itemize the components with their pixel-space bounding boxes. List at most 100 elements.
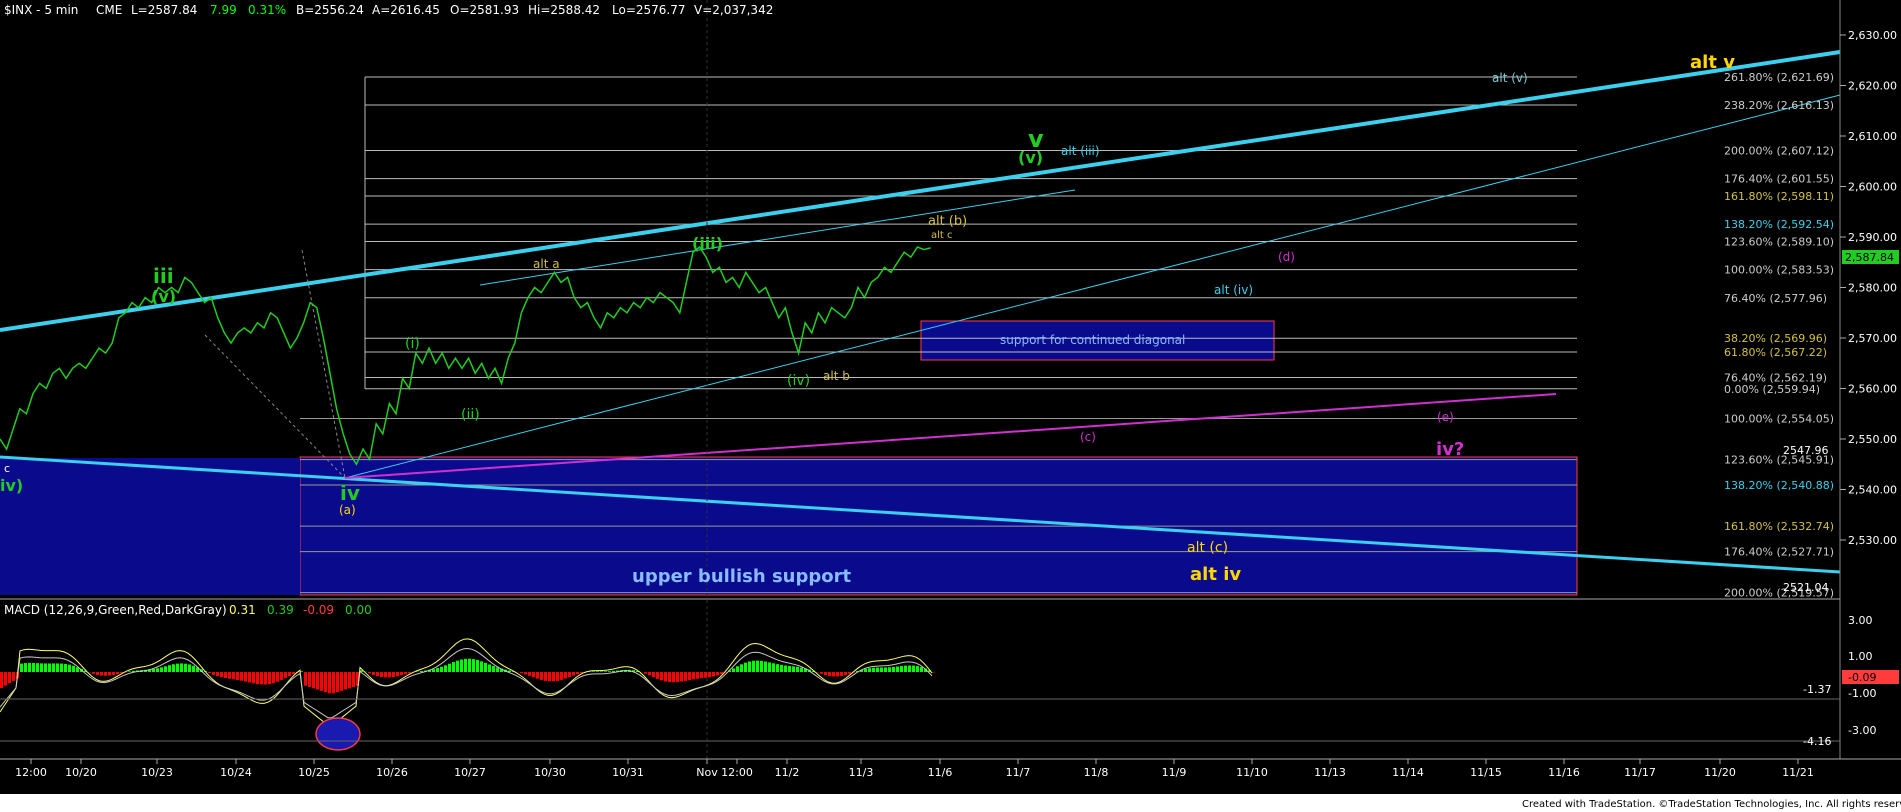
x-tick-label: 11/6: [928, 766, 953, 779]
macd-v4: 0.00: [345, 603, 372, 617]
macd-bar: [348, 672, 351, 689]
macd-bar: [72, 665, 75, 672]
y-tick-label: 2,600.00: [1848, 181, 1897, 194]
fib-label: 0.00% (2,559.94): [1724, 383, 1820, 396]
macd-bar: [108, 672, 111, 676]
macd-bar: [872, 667, 875, 672]
x-tick-label: 11/7: [1006, 766, 1031, 779]
macd-bar: [572, 672, 575, 676]
header-change: 7.99: [210, 3, 237, 17]
macd-bar: [216, 672, 219, 677]
x-tick-label: 12:00: [721, 766, 753, 779]
fib-label: 238.20% (2,616.13): [1724, 99, 1834, 112]
x-tick-label: 11/21: [1782, 766, 1814, 779]
macd-bar: [884, 667, 887, 672]
macd-bar: [160, 667, 163, 672]
macd-bar: [524, 672, 527, 675]
upper-support-label: upper bullish support: [632, 566, 851, 587]
chart-canvas: $INX - 5 min CME L=2587.84 7.99 0.31% B=…: [0, 0, 1901, 812]
fib-label: 138.20% (2,540.88): [1724, 479, 1834, 492]
macd-bar: [720, 672, 723, 675]
x-tick-label: 10/20: [65, 766, 97, 779]
x-tick-label: 10/25: [298, 766, 330, 779]
macd-bar: [324, 672, 327, 693]
label-d: (d): [1278, 250, 1295, 264]
macd-bar: [596, 671, 599, 672]
macd-bar: [184, 663, 187, 672]
y-tick-label: 2,620.00: [1848, 80, 1897, 93]
macd-bar: [92, 672, 95, 674]
macd-bar: [268, 672, 271, 685]
header-bid: B=2556.24: [296, 3, 364, 17]
macd-tick-label: 1.00: [1848, 650, 1873, 663]
macd-bar: [208, 672, 211, 674]
x-tick-label: 11/2: [775, 766, 800, 779]
level-2547-label: 2547.96: [1783, 444, 1829, 457]
x-tick-label: 10/30: [534, 766, 566, 779]
macd-bar: [460, 659, 463, 672]
macd-bar: [484, 662, 487, 672]
macd-bar: [916, 666, 919, 672]
macd-bar: [44, 663, 47, 672]
macd-bar: [488, 664, 491, 672]
y-tick-label: 2,630.00: [1848, 29, 1897, 42]
macd-bar: [896, 666, 899, 672]
macd-bar: [464, 658, 467, 672]
label-iii-roman: iii: [153, 264, 174, 288]
macd-bar: [736, 666, 739, 672]
macd-bar: [600, 671, 603, 672]
macd-bar: [756, 660, 759, 672]
macd-bar: [304, 672, 307, 686]
fib-label: 200.00% (2,607.12): [1724, 145, 1834, 158]
macd-bar: [224, 672, 227, 679]
macd-bar: [472, 659, 475, 672]
macd-bar: [912, 665, 915, 672]
label-i: (i): [405, 336, 420, 352]
macd-bar: [168, 665, 171, 672]
macd-bar: [312, 672, 315, 689]
macd-bar: [212, 672, 215, 675]
header-open: O=2581.93: [450, 3, 519, 17]
header-last: L=2587.84: [131, 3, 197, 17]
fib-label: 161.80% (2,532.74): [1724, 520, 1834, 533]
macd-bar: [836, 672, 839, 677]
x-tick-label: 11/15: [1470, 766, 1502, 779]
macd-bar: [180, 663, 183, 672]
macd-level-label-1: -1.37: [1803, 683, 1831, 696]
macd-bar: [824, 672, 827, 676]
macd-bar: [396, 672, 399, 677]
label-iv-roman: iv: [340, 481, 360, 505]
macd-panel-bg: [0, 607, 1840, 759]
macd-bar: [548, 672, 551, 682]
macd-bar: [96, 672, 99, 675]
x-tick-label: 11/13: [1314, 766, 1346, 779]
label-a: (a): [339, 503, 356, 517]
macd-bar: [880, 667, 883, 672]
macd-bar: [116, 672, 119, 675]
fib-label: 123.60% (2,589.10): [1724, 236, 1834, 249]
macd-bar: [540, 672, 543, 680]
fib-label: 100.00% (2,554.05): [1724, 413, 1834, 426]
macd-bar: [220, 672, 223, 678]
label-iv-question: iv?: [1436, 439, 1464, 460]
macd-bar: [660, 672, 663, 681]
macd-bar: [492, 666, 495, 672]
y-tick-label: 2,610.00: [1848, 130, 1897, 143]
macd-tick-label: -3.00: [1848, 724, 1876, 737]
fib-label: 61.80% (2,567.22): [1724, 346, 1827, 359]
macd-bar: [436, 668, 439, 672]
macd-bar: [228, 672, 231, 679]
macd-bar: [848, 672, 851, 674]
macd-bar: [752, 660, 755, 672]
macd-bar: [532, 672, 535, 678]
macd-bar: [24, 663, 27, 672]
x-tick-label: 11/3: [849, 766, 874, 779]
macd-bar: [560, 672, 563, 680]
x-tick-label: 10/31: [612, 766, 644, 779]
macd-bar: [708, 672, 711, 678]
macd-bar: [716, 672, 719, 676]
macd-divergence-marker: [315, 717, 361, 751]
fib-label: 76.40% (2,577.96): [1724, 292, 1827, 305]
x-tick-label: Nov: [696, 766, 718, 779]
footer-credit: Created with TradeStation. ©TradeStation…: [1522, 799, 1901, 810]
